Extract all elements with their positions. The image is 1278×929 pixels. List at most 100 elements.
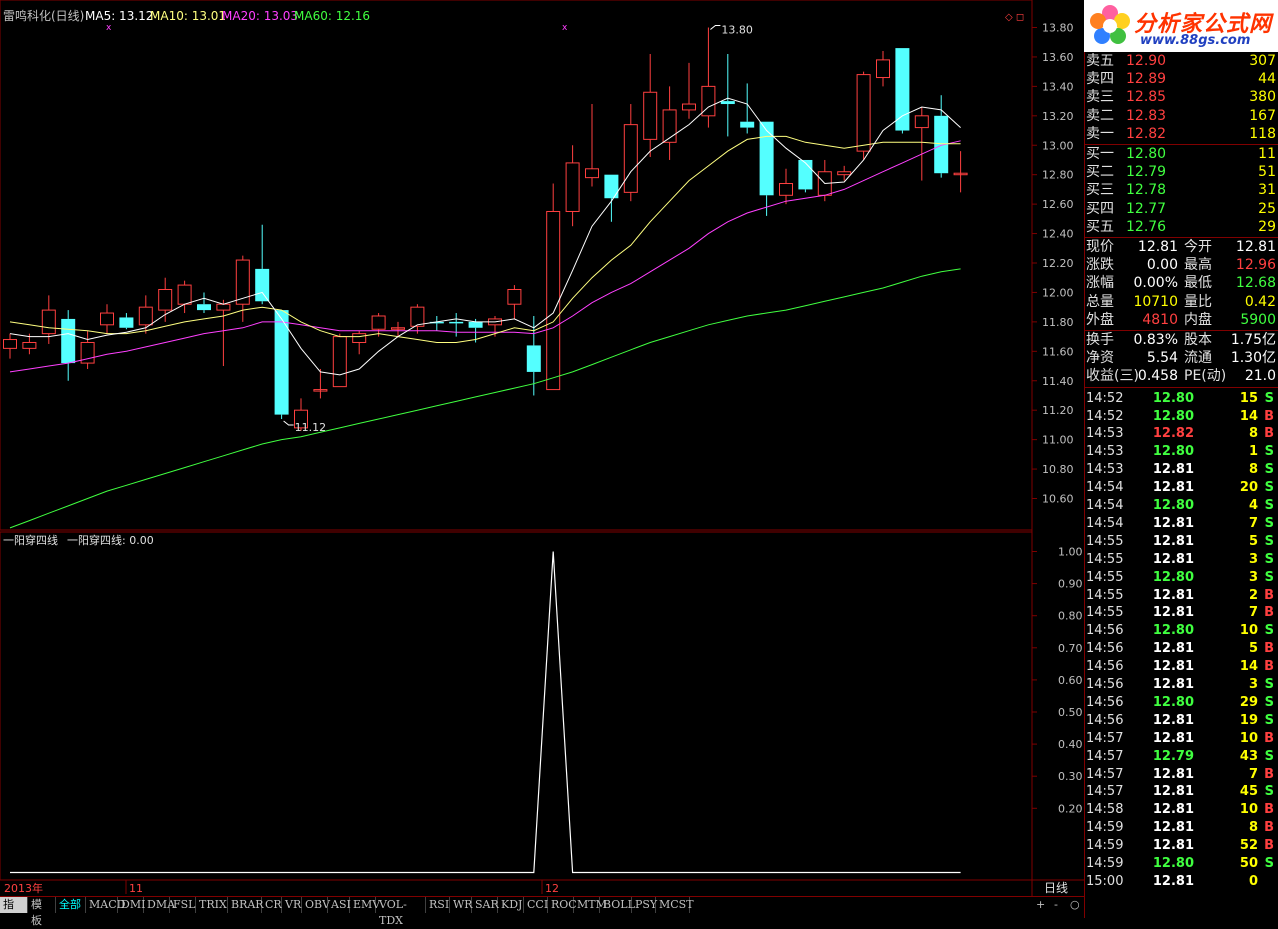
bid-row[interactable]: 买一 12.80 11 (1086, 145, 1276, 163)
tick-volume: 45 (1239, 784, 1258, 800)
tick-side: B (1264, 408, 1274, 424)
tab-asi[interactable]: ASI (328, 897, 351, 913)
tick-volume: 10 (1239, 802, 1258, 818)
tab-sar[interactable]: SAR (472, 897, 499, 913)
tick-price: 12.81 (1152, 641, 1194, 657)
tick-time: 14:57 (1086, 784, 1124, 800)
candle (914, 106, 929, 181)
candle-body (3, 339, 17, 349)
tick-row: 14:57 12.81 10 B (1086, 730, 1276, 748)
tab-boll[interactable]: BOLL (600, 897, 635, 913)
tab-rsi[interactable]: RSI (426, 897, 450, 913)
tab-macd[interactable]: MACD (86, 897, 125, 913)
tab-roc[interactable]: ROC (548, 897, 577, 913)
candle (197, 292, 211, 314)
period-label[interactable]: 日线 (1044, 881, 1068, 895)
tab-emv[interactable]: EMV (350, 897, 380, 913)
tick-volume: 14 (1239, 408, 1258, 424)
candle-body (119, 317, 134, 328)
candle-body (720, 101, 735, 105)
candle-body (682, 103, 696, 111)
tick-side: B (1264, 820, 1274, 836)
candle-body (410, 306, 425, 327)
flower-logo-icon (1090, 5, 1130, 44)
ask-row[interactable]: 卖二 12.83 167 (1086, 107, 1276, 125)
candle (410, 304, 425, 334)
tick-side: B (1264, 730, 1274, 746)
logo-url[interactable]: www.88gs.com (1140, 33, 1250, 48)
tab-fsl[interactable]: FSL (170, 897, 196, 913)
tab-cr[interactable]: CR (262, 897, 282, 913)
tab-dma[interactable]: DMA (144, 897, 175, 913)
quote-row: 总量 10710 量比 0.42 (1086, 293, 1276, 311)
ind-y-tick-label: 1.00 (1058, 546, 1083, 559)
tab-obv[interactable]: OBV (302, 897, 330, 913)
tick-side: S (1264, 856, 1274, 871)
bid-row[interactable]: 买三 12.78 31 (1086, 181, 1276, 199)
ask-row[interactable]: 卖三 12.85 380 (1086, 88, 1276, 106)
candle-body (643, 91, 658, 140)
tick-side: S (1264, 444, 1274, 460)
ask-row[interactable]: 卖一 12.82 118 (1086, 125, 1276, 143)
zoom-in-button[interactable]: + (1036, 898, 1045, 911)
tick-side: S (1264, 712, 1274, 728)
y-tick-label: 13.60 (1042, 51, 1074, 64)
book-volume: 29 (1258, 218, 1276, 235)
book-price: 12.79 (1126, 164, 1167, 181)
reset-button[interactable]: ○ (1070, 898, 1080, 911)
tab-wr[interactable]: WR (450, 897, 473, 913)
y-tick-label: 11.20 (1042, 404, 1074, 417)
y-tick-label: 13.40 (1042, 80, 1074, 93)
zoom-out-button[interactable]: - (1054, 898, 1058, 911)
candle (429, 315, 444, 331)
signal-line (10, 551, 961, 874)
tab-vol-tdx[interactable]: VOL-TDX (376, 897, 426, 927)
ma5-line (9, 97, 961, 376)
tick-row: 14:59 12.80 50 S (1086, 855, 1276, 873)
tick-time: 14:52 (1086, 408, 1124, 424)
tick-row: 14:56 12.81 19 S (1086, 712, 1276, 730)
tab-dmi[interactable]: DMI (118, 897, 145, 913)
tick-time: 14:55 (1086, 551, 1124, 567)
indicator-panel-border (0, 531, 1033, 881)
candle-body (546, 210, 561, 391)
candle-body (197, 304, 211, 311)
candle (604, 174, 619, 222)
tab-psy[interactable]: PSY (632, 897, 657, 913)
tab-trix[interactable]: TRIX (196, 897, 228, 913)
book-label: 卖一 (1086, 125, 1114, 142)
quote-row: 净资 5.54 流通 1.30亿 (1086, 349, 1276, 367)
quote-label: 现价 (1086, 239, 1114, 255)
candle (740, 83, 755, 134)
tick-time: 14:53 (1086, 426, 1124, 442)
tab-cci[interactable]: CCI (524, 897, 548, 913)
tick-row: 14:55 12.81 3 S (1086, 551, 1276, 569)
y-tick-label: 12.80 (1042, 169, 1074, 182)
tab-indicator[interactable]: 指标 (0, 897, 28, 927)
window-marker[interactable]: ◇ ◻ (1005, 12, 1024, 23)
tick-volume: 4 (1248, 498, 1258, 513)
tab-mtm[interactable]: MTM (574, 897, 607, 913)
book-label: 卖四 (1086, 71, 1114, 88)
chart-area[interactable]: 13.80 13.60 13.40 13.20 13.00 12.80 12.60 12.40… (0, 0, 1084, 918)
quote-value: 12.68 (1235, 275, 1276, 292)
ind-y-tick-label: 0.30 (1058, 770, 1083, 783)
tick-row: 15:00 12.81 0 (1086, 873, 1276, 891)
tab-kdj[interactable]: KDJ (498, 897, 524, 913)
bid-row[interactable]: 买二 12.79 51 (1086, 163, 1276, 181)
candle-body (255, 268, 270, 302)
tab-template[interactable]: 模板 (28, 897, 56, 927)
tab-brar[interactable]: BRAR (228, 897, 264, 913)
ask-row[interactable]: 卖四 12.89 44 (1086, 70, 1276, 88)
tab-all[interactable]: 全部 (56, 897, 86, 913)
tab-vr[interactable]: VR (282, 897, 302, 913)
tick-time: 14:55 (1086, 605, 1124, 621)
ask-row[interactable]: 卖五 12.90 307 (1086, 52, 1276, 70)
y-tick-label: 13.20 (1042, 110, 1074, 123)
quote-row: 收益(三) 0.458 PE(动) 21.0 (1086, 367, 1276, 385)
tab-mcst[interactable]: MCST (656, 897, 694, 913)
bid-row[interactable]: 买五 12.76 29 (1086, 218, 1276, 236)
bid-row[interactable]: 买四 12.77 25 (1086, 200, 1276, 218)
tick-time: 14:53 (1086, 462, 1124, 478)
tick-row: 14:56 12.81 14 B (1086, 658, 1276, 676)
